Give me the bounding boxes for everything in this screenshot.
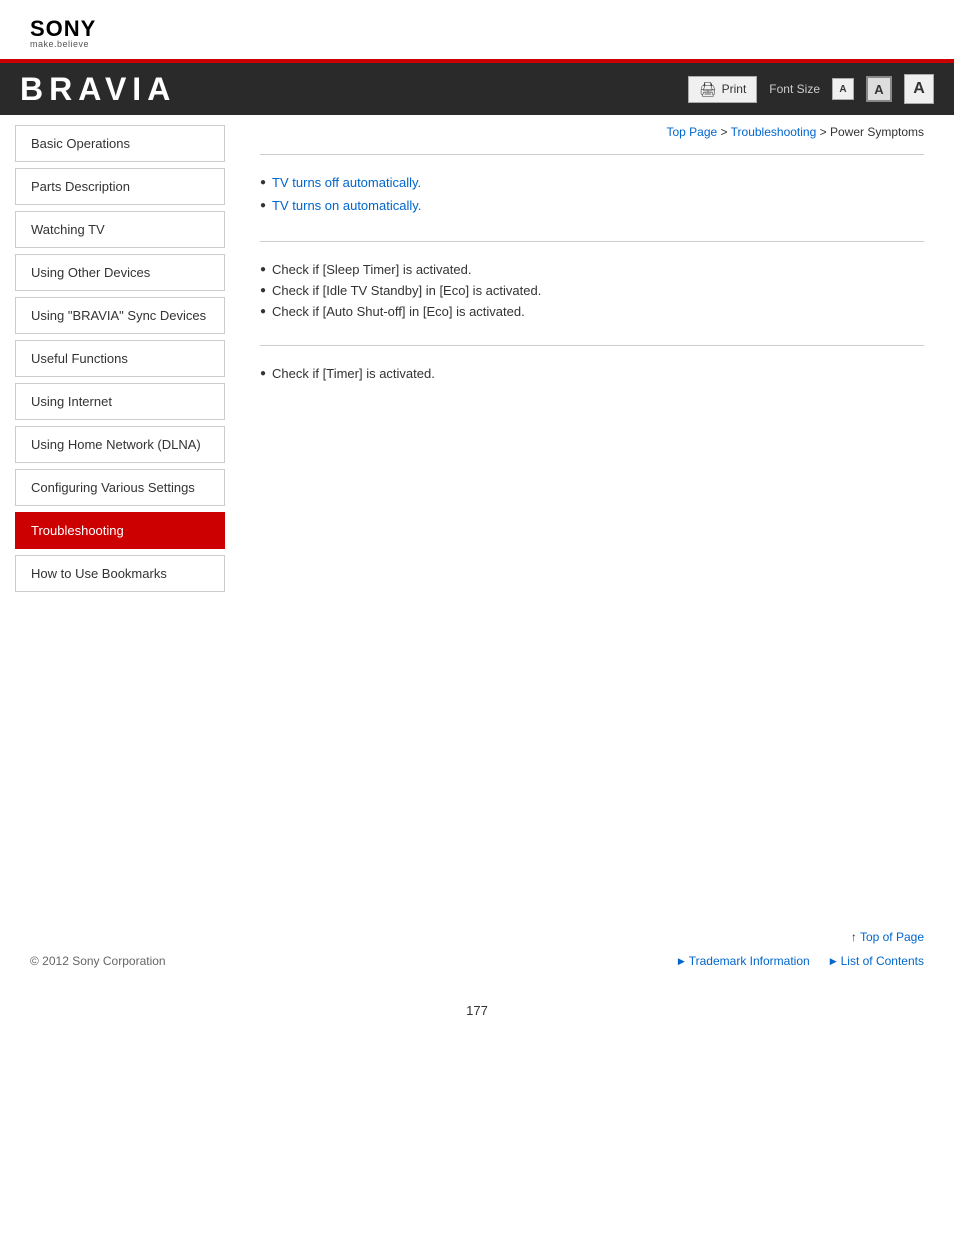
list-item: TV turns off automatically.	[260, 175, 924, 190]
bravia-title: BRAVIA	[20, 71, 176, 108]
content-section-2: Check if [Sleep Timer] is activated. Chec…	[260, 241, 924, 345]
list-item: Check if [Idle TV Standby] in [Eco] is a…	[260, 283, 924, 298]
banner-controls: 🖨 Print Font Size A A A	[688, 74, 934, 104]
sidebar-item-using-bravia-sync[interactable]: Using "BRAVIA" Sync Devices	[15, 297, 225, 334]
breadcrumb-sep1: >	[721, 125, 731, 139]
footer-links: Trademark Information List of Contents	[678, 954, 924, 968]
top-of-page: ↑ Top of Page	[30, 930, 924, 944]
main-layout: Basic Operations Parts Description Watchin…	[0, 115, 954, 915]
content-area: Top Page > Troubleshooting > Power Sympt…	[240, 115, 954, 915]
sidebar-item-basic-operations[interactable]: Basic Operations	[15, 125, 225, 162]
sony-header: SONY make.believe	[0, 0, 954, 59]
bravia-banner: BRAVIA 🖨 Print Font Size A A A	[0, 59, 954, 115]
sidebar-item-how-to-use-bookmarks[interactable]: How to Use Bookmarks	[15, 555, 225, 592]
font-small-button[interactable]: A	[832, 78, 854, 100]
sony-logo: SONY make.believe	[30, 18, 924, 49]
breadcrumb-troubleshooting[interactable]: Troubleshooting	[731, 125, 817, 139]
font-medium-button[interactable]: A	[866, 76, 892, 102]
breadcrumb: Top Page > Troubleshooting > Power Sympt…	[260, 125, 924, 139]
top-of-page-link[interactable]: Top of Page	[860, 930, 924, 944]
sony-logo-text: SONY	[30, 18, 924, 40]
list-item: Check if [Timer] is activated.	[260, 366, 924, 381]
list-of-contents-link[interactable]: List of Contents	[830, 954, 924, 968]
font-large-button[interactable]: A	[904, 74, 934, 104]
breadcrumb-top-page[interactable]: Top Page	[666, 125, 717, 139]
sidebar-item-using-home-network[interactable]: Using Home Network (DLNA)	[15, 426, 225, 463]
print-icon: 🖨	[699, 81, 717, 98]
bullet-list-1: Check if [Sleep Timer] is activated. Chec…	[260, 262, 924, 319]
trademark-link[interactable]: Trademark Information	[678, 954, 810, 968]
list-item: Check if [Auto Shut-off] in [Eco] is act…	[260, 304, 924, 319]
content-section-3: Check if [Timer] is activated.	[260, 345, 924, 407]
print-label: Print	[722, 82, 747, 96]
content-link[interactable]: TV turns on automatically.	[272, 198, 421, 213]
sidebar-item-using-other-devices[interactable]: Using Other Devices	[15, 254, 225, 291]
footer-bottom: © 2012 Sony Corporation Trademark Inform…	[30, 954, 924, 968]
content-section-1: TV turns off automatically. TV turns on a…	[260, 154, 924, 241]
copyright-text: © 2012 Sony Corporation	[30, 954, 166, 968]
sidebar-item-using-internet[interactable]: Using Internet	[15, 383, 225, 420]
sidebar-item-watching-tv[interactable]: Watching TV	[15, 211, 225, 248]
top-arrow: ↑	[851, 930, 860, 944]
list-item: TV turns on automatically.	[260, 198, 924, 213]
print-button[interactable]: 🖨 Print	[688, 76, 757, 103]
breadcrumb-sep2: >	[820, 125, 830, 139]
page-footer: ↑ Top of Page © 2012 Sony Corporation Tr…	[0, 915, 954, 983]
sidebar: Basic Operations Parts Description Watchin…	[0, 115, 240, 915]
list-item: Check if [Sleep Timer] is activated.	[260, 262, 924, 277]
font-size-label: Font Size	[769, 82, 820, 96]
bullet-list-2: Check if [Timer] is activated.	[260, 366, 924, 381]
sidebar-item-useful-functions[interactable]: Useful Functions	[15, 340, 225, 377]
content-link[interactable]: TV turns off automatically.	[272, 175, 421, 190]
sidebar-item-parts-description[interactable]: Parts Description	[15, 168, 225, 205]
page-number: 177	[0, 983, 954, 1028]
sony-tagline: make.believe	[30, 40, 924, 49]
breadcrumb-current: Power Symptoms	[830, 125, 924, 139]
link-list: TV turns off automatically. TV turns on a…	[260, 175, 924, 213]
sidebar-item-configuring-settings[interactable]: Configuring Various Settings	[15, 469, 225, 506]
sidebar-item-troubleshooting[interactable]: Troubleshooting	[15, 512, 225, 549]
